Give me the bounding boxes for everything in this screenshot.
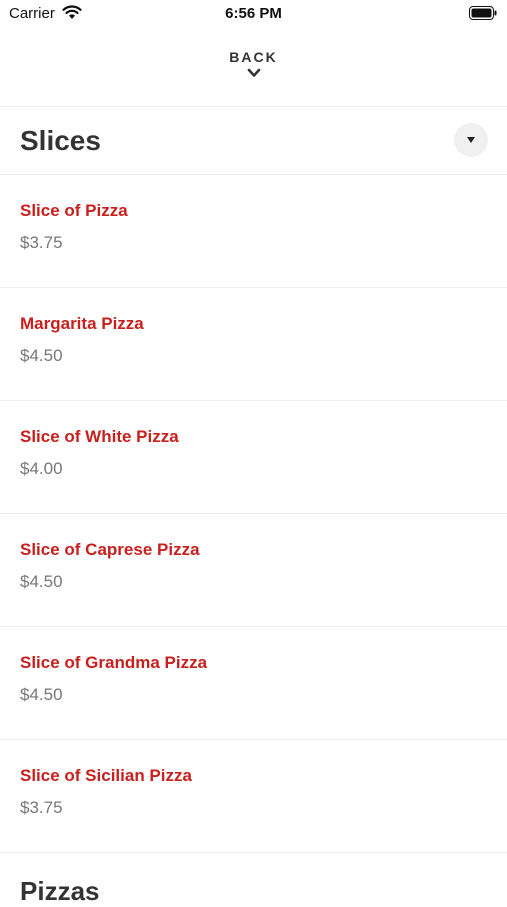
item-name: Slice of Caprese Pizza xyxy=(20,540,200,559)
item-price: $4.50 xyxy=(20,685,63,704)
next-section-title: Pizzas xyxy=(20,876,100,906)
back-label: BACK xyxy=(229,49,278,65)
menu-item[interactable]: Slice of Sicilian Pizza $3.75 xyxy=(0,740,507,853)
item-name: Slice of White Pizza xyxy=(20,427,179,446)
collapse-section-button[interactable] xyxy=(454,123,488,157)
menu-item[interactable]: Slice of Grandma Pizza $4.50 xyxy=(0,627,507,740)
back-button[interactable]: BACK xyxy=(0,40,507,94)
menu-item[interactable]: Slice of Pizza $3.75 xyxy=(0,175,507,288)
caret-down-icon xyxy=(467,137,475,143)
menu-item-list: Slice of Pizza $3.75 Margarita Pizza $4.… xyxy=(0,175,507,853)
item-price: $3.75 xyxy=(20,233,63,252)
item-price: $4.50 xyxy=(20,346,63,365)
item-price: $3.75 xyxy=(20,798,63,817)
item-name: Slice of Pizza xyxy=(20,201,128,220)
header-divider xyxy=(0,106,507,107)
section-header: Slices xyxy=(0,108,507,174)
item-name: Slice of Grandma Pizza xyxy=(20,653,208,672)
battery-icon xyxy=(469,6,497,20)
item-name: Slice of Sicilian Pizza xyxy=(20,766,192,785)
status-bar: Carrier 6:56 PM xyxy=(0,0,507,30)
chevron-down-icon xyxy=(247,68,260,77)
menu-item[interactable]: Margarita Pizza $4.50 xyxy=(0,288,507,401)
menu-item[interactable]: Slice of Caprese Pizza $4.50 xyxy=(0,514,507,627)
section-title: Slices xyxy=(20,125,101,156)
item-price: $4.50 xyxy=(20,572,63,591)
status-time: 6:56 PM xyxy=(225,5,282,22)
menu-item[interactable]: Slice of White Pizza $4.00 xyxy=(0,401,507,514)
item-price: $4.00 xyxy=(20,459,63,478)
item-name: Margarita Pizza xyxy=(20,314,144,333)
